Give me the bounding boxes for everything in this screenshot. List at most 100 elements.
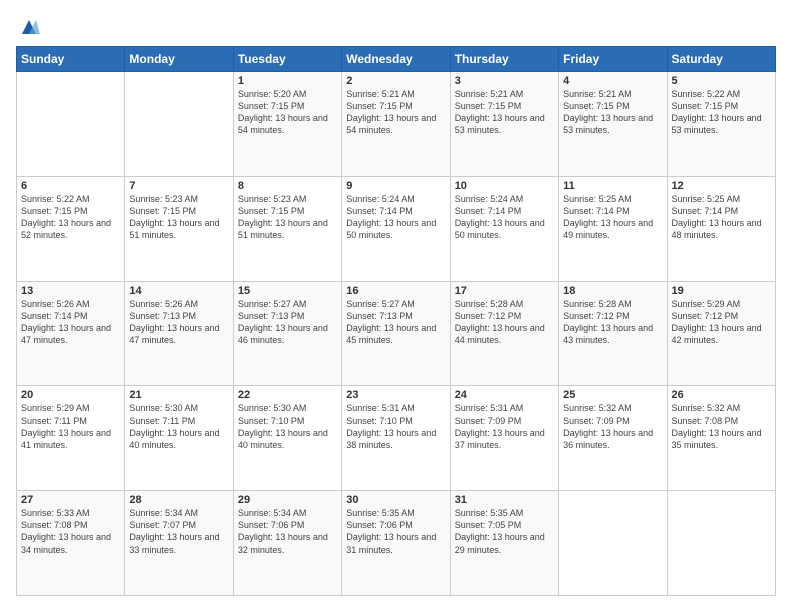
calendar-cell: 11Sunrise: 5:25 AMSunset: 7:14 PMDayligh…	[559, 176, 667, 281]
day-number: 16	[346, 285, 445, 297]
calendar-cell: 15Sunrise: 5:27 AMSunset: 7:13 PMDayligh…	[233, 281, 341, 386]
calendar-cell: 17Sunrise: 5:28 AMSunset: 7:12 PMDayligh…	[450, 281, 558, 386]
calendar-week-row: 6Sunrise: 5:22 AMSunset: 7:15 PMDaylight…	[17, 176, 776, 281]
day-number: 24	[455, 389, 554, 401]
calendar-cell: 18Sunrise: 5:28 AMSunset: 7:12 PMDayligh…	[559, 281, 667, 386]
day-info: Sunrise: 5:22 AMSunset: 7:15 PMDaylight:…	[21, 193, 120, 242]
calendar-cell: 20Sunrise: 5:29 AMSunset: 7:11 PMDayligh…	[17, 386, 125, 491]
day-number: 21	[129, 389, 228, 401]
day-info: Sunrise: 5:29 AMSunset: 7:12 PMDaylight:…	[672, 298, 771, 347]
day-info: Sunrise: 5:20 AMSunset: 7:15 PMDaylight:…	[238, 88, 337, 137]
calendar-cell: 30Sunrise: 5:35 AMSunset: 7:06 PMDayligh…	[342, 491, 450, 596]
calendar-cell: 3Sunrise: 5:21 AMSunset: 7:15 PMDaylight…	[450, 72, 558, 177]
calendar-cell: 26Sunrise: 5:32 AMSunset: 7:08 PMDayligh…	[667, 386, 775, 491]
calendar-cell	[667, 491, 775, 596]
calendar-cell: 31Sunrise: 5:35 AMSunset: 7:05 PMDayligh…	[450, 491, 558, 596]
day-number: 27	[21, 494, 120, 506]
day-number: 12	[672, 180, 771, 192]
day-info: Sunrise: 5:25 AMSunset: 7:14 PMDaylight:…	[563, 193, 662, 242]
calendar-cell: 29Sunrise: 5:34 AMSunset: 7:06 PMDayligh…	[233, 491, 341, 596]
day-info: Sunrise: 5:23 AMSunset: 7:15 PMDaylight:…	[129, 193, 228, 242]
day-number: 25	[563, 389, 662, 401]
calendar-cell: 14Sunrise: 5:26 AMSunset: 7:13 PMDayligh…	[125, 281, 233, 386]
calendar-cell: 2Sunrise: 5:21 AMSunset: 7:15 PMDaylight…	[342, 72, 450, 177]
day-info: Sunrise: 5:26 AMSunset: 7:13 PMDaylight:…	[129, 298, 228, 347]
day-info: Sunrise: 5:30 AMSunset: 7:11 PMDaylight:…	[129, 402, 228, 451]
day-info: Sunrise: 5:31 AMSunset: 7:10 PMDaylight:…	[346, 402, 445, 451]
day-info: Sunrise: 5:27 AMSunset: 7:13 PMDaylight:…	[346, 298, 445, 347]
calendar-cell: 13Sunrise: 5:26 AMSunset: 7:14 PMDayligh…	[17, 281, 125, 386]
day-number: 30	[346, 494, 445, 506]
logo	[16, 16, 40, 36]
calendar-cell: 22Sunrise: 5:30 AMSunset: 7:10 PMDayligh…	[233, 386, 341, 491]
day-info: Sunrise: 5:28 AMSunset: 7:12 PMDaylight:…	[455, 298, 554, 347]
day-info: Sunrise: 5:34 AMSunset: 7:07 PMDaylight:…	[129, 507, 228, 556]
day-number: 15	[238, 285, 337, 297]
day-info: Sunrise: 5:21 AMSunset: 7:15 PMDaylight:…	[346, 88, 445, 137]
calendar-header-friday: Friday	[559, 47, 667, 72]
calendar-week-row: 20Sunrise: 5:29 AMSunset: 7:11 PMDayligh…	[17, 386, 776, 491]
day-number: 6	[21, 180, 120, 192]
day-number: 13	[21, 285, 120, 297]
calendar-cell: 6Sunrise: 5:22 AMSunset: 7:15 PMDaylight…	[17, 176, 125, 281]
day-number: 29	[238, 494, 337, 506]
day-number: 18	[563, 285, 662, 297]
day-info: Sunrise: 5:26 AMSunset: 7:14 PMDaylight:…	[21, 298, 120, 347]
page: SundayMondayTuesdayWednesdayThursdayFrid…	[0, 0, 792, 612]
day-info: Sunrise: 5:31 AMSunset: 7:09 PMDaylight:…	[455, 402, 554, 451]
day-info: Sunrise: 5:27 AMSunset: 7:13 PMDaylight:…	[238, 298, 337, 347]
day-info: Sunrise: 5:30 AMSunset: 7:10 PMDaylight:…	[238, 402, 337, 451]
day-info: Sunrise: 5:32 AMSunset: 7:08 PMDaylight:…	[672, 402, 771, 451]
day-number: 8	[238, 180, 337, 192]
day-info: Sunrise: 5:25 AMSunset: 7:14 PMDaylight:…	[672, 193, 771, 242]
day-info: Sunrise: 5:28 AMSunset: 7:12 PMDaylight:…	[563, 298, 662, 347]
calendar-cell: 1Sunrise: 5:20 AMSunset: 7:15 PMDaylight…	[233, 72, 341, 177]
calendar-cell: 21Sunrise: 5:30 AMSunset: 7:11 PMDayligh…	[125, 386, 233, 491]
day-number: 22	[238, 389, 337, 401]
day-info: Sunrise: 5:34 AMSunset: 7:06 PMDaylight:…	[238, 507, 337, 556]
calendar-cell: 12Sunrise: 5:25 AMSunset: 7:14 PMDayligh…	[667, 176, 775, 281]
calendar-cell: 27Sunrise: 5:33 AMSunset: 7:08 PMDayligh…	[17, 491, 125, 596]
calendar-cell: 8Sunrise: 5:23 AMSunset: 7:15 PMDaylight…	[233, 176, 341, 281]
calendar-header-thursday: Thursday	[450, 47, 558, 72]
day-info: Sunrise: 5:23 AMSunset: 7:15 PMDaylight:…	[238, 193, 337, 242]
day-info: Sunrise: 5:35 AMSunset: 7:06 PMDaylight:…	[346, 507, 445, 556]
day-info: Sunrise: 5:35 AMSunset: 7:05 PMDaylight:…	[455, 507, 554, 556]
day-number: 2	[346, 75, 445, 87]
calendar-cell	[125, 72, 233, 177]
calendar-week-row: 1Sunrise: 5:20 AMSunset: 7:15 PMDaylight…	[17, 72, 776, 177]
day-info: Sunrise: 5:21 AMSunset: 7:15 PMDaylight:…	[563, 88, 662, 137]
day-number: 14	[129, 285, 228, 297]
day-number: 23	[346, 389, 445, 401]
day-number: 4	[563, 75, 662, 87]
calendar-cell: 7Sunrise: 5:23 AMSunset: 7:15 PMDaylight…	[125, 176, 233, 281]
calendar-cell: 9Sunrise: 5:24 AMSunset: 7:14 PMDaylight…	[342, 176, 450, 281]
calendar-cell: 4Sunrise: 5:21 AMSunset: 7:15 PMDaylight…	[559, 72, 667, 177]
calendar-week-row: 27Sunrise: 5:33 AMSunset: 7:08 PMDayligh…	[17, 491, 776, 596]
calendar-week-row: 13Sunrise: 5:26 AMSunset: 7:14 PMDayligh…	[17, 281, 776, 386]
day-number: 26	[672, 389, 771, 401]
day-number: 28	[129, 494, 228, 506]
day-info: Sunrise: 5:24 AMSunset: 7:14 PMDaylight:…	[455, 193, 554, 242]
day-info: Sunrise: 5:29 AMSunset: 7:11 PMDaylight:…	[21, 402, 120, 451]
day-info: Sunrise: 5:32 AMSunset: 7:09 PMDaylight:…	[563, 402, 662, 451]
calendar-header-sunday: Sunday	[17, 47, 125, 72]
calendar-cell	[559, 491, 667, 596]
day-number: 10	[455, 180, 554, 192]
calendar-header-tuesday: Tuesday	[233, 47, 341, 72]
day-number: 31	[455, 494, 554, 506]
header	[16, 16, 776, 36]
calendar-cell: 16Sunrise: 5:27 AMSunset: 7:13 PMDayligh…	[342, 281, 450, 386]
calendar-header-monday: Monday	[125, 47, 233, 72]
calendar-header-saturday: Saturday	[667, 47, 775, 72]
day-number: 9	[346, 180, 445, 192]
day-info: Sunrise: 5:21 AMSunset: 7:15 PMDaylight:…	[455, 88, 554, 137]
calendar-cell: 10Sunrise: 5:24 AMSunset: 7:14 PMDayligh…	[450, 176, 558, 281]
calendar-header-wednesday: Wednesday	[342, 47, 450, 72]
calendar-cell: 5Sunrise: 5:22 AMSunset: 7:15 PMDaylight…	[667, 72, 775, 177]
day-number: 20	[21, 389, 120, 401]
day-info: Sunrise: 5:33 AMSunset: 7:08 PMDaylight:…	[21, 507, 120, 556]
calendar-cell	[17, 72, 125, 177]
day-number: 7	[129, 180, 228, 192]
calendar-table: SundayMondayTuesdayWednesdayThursdayFrid…	[16, 46, 776, 596]
